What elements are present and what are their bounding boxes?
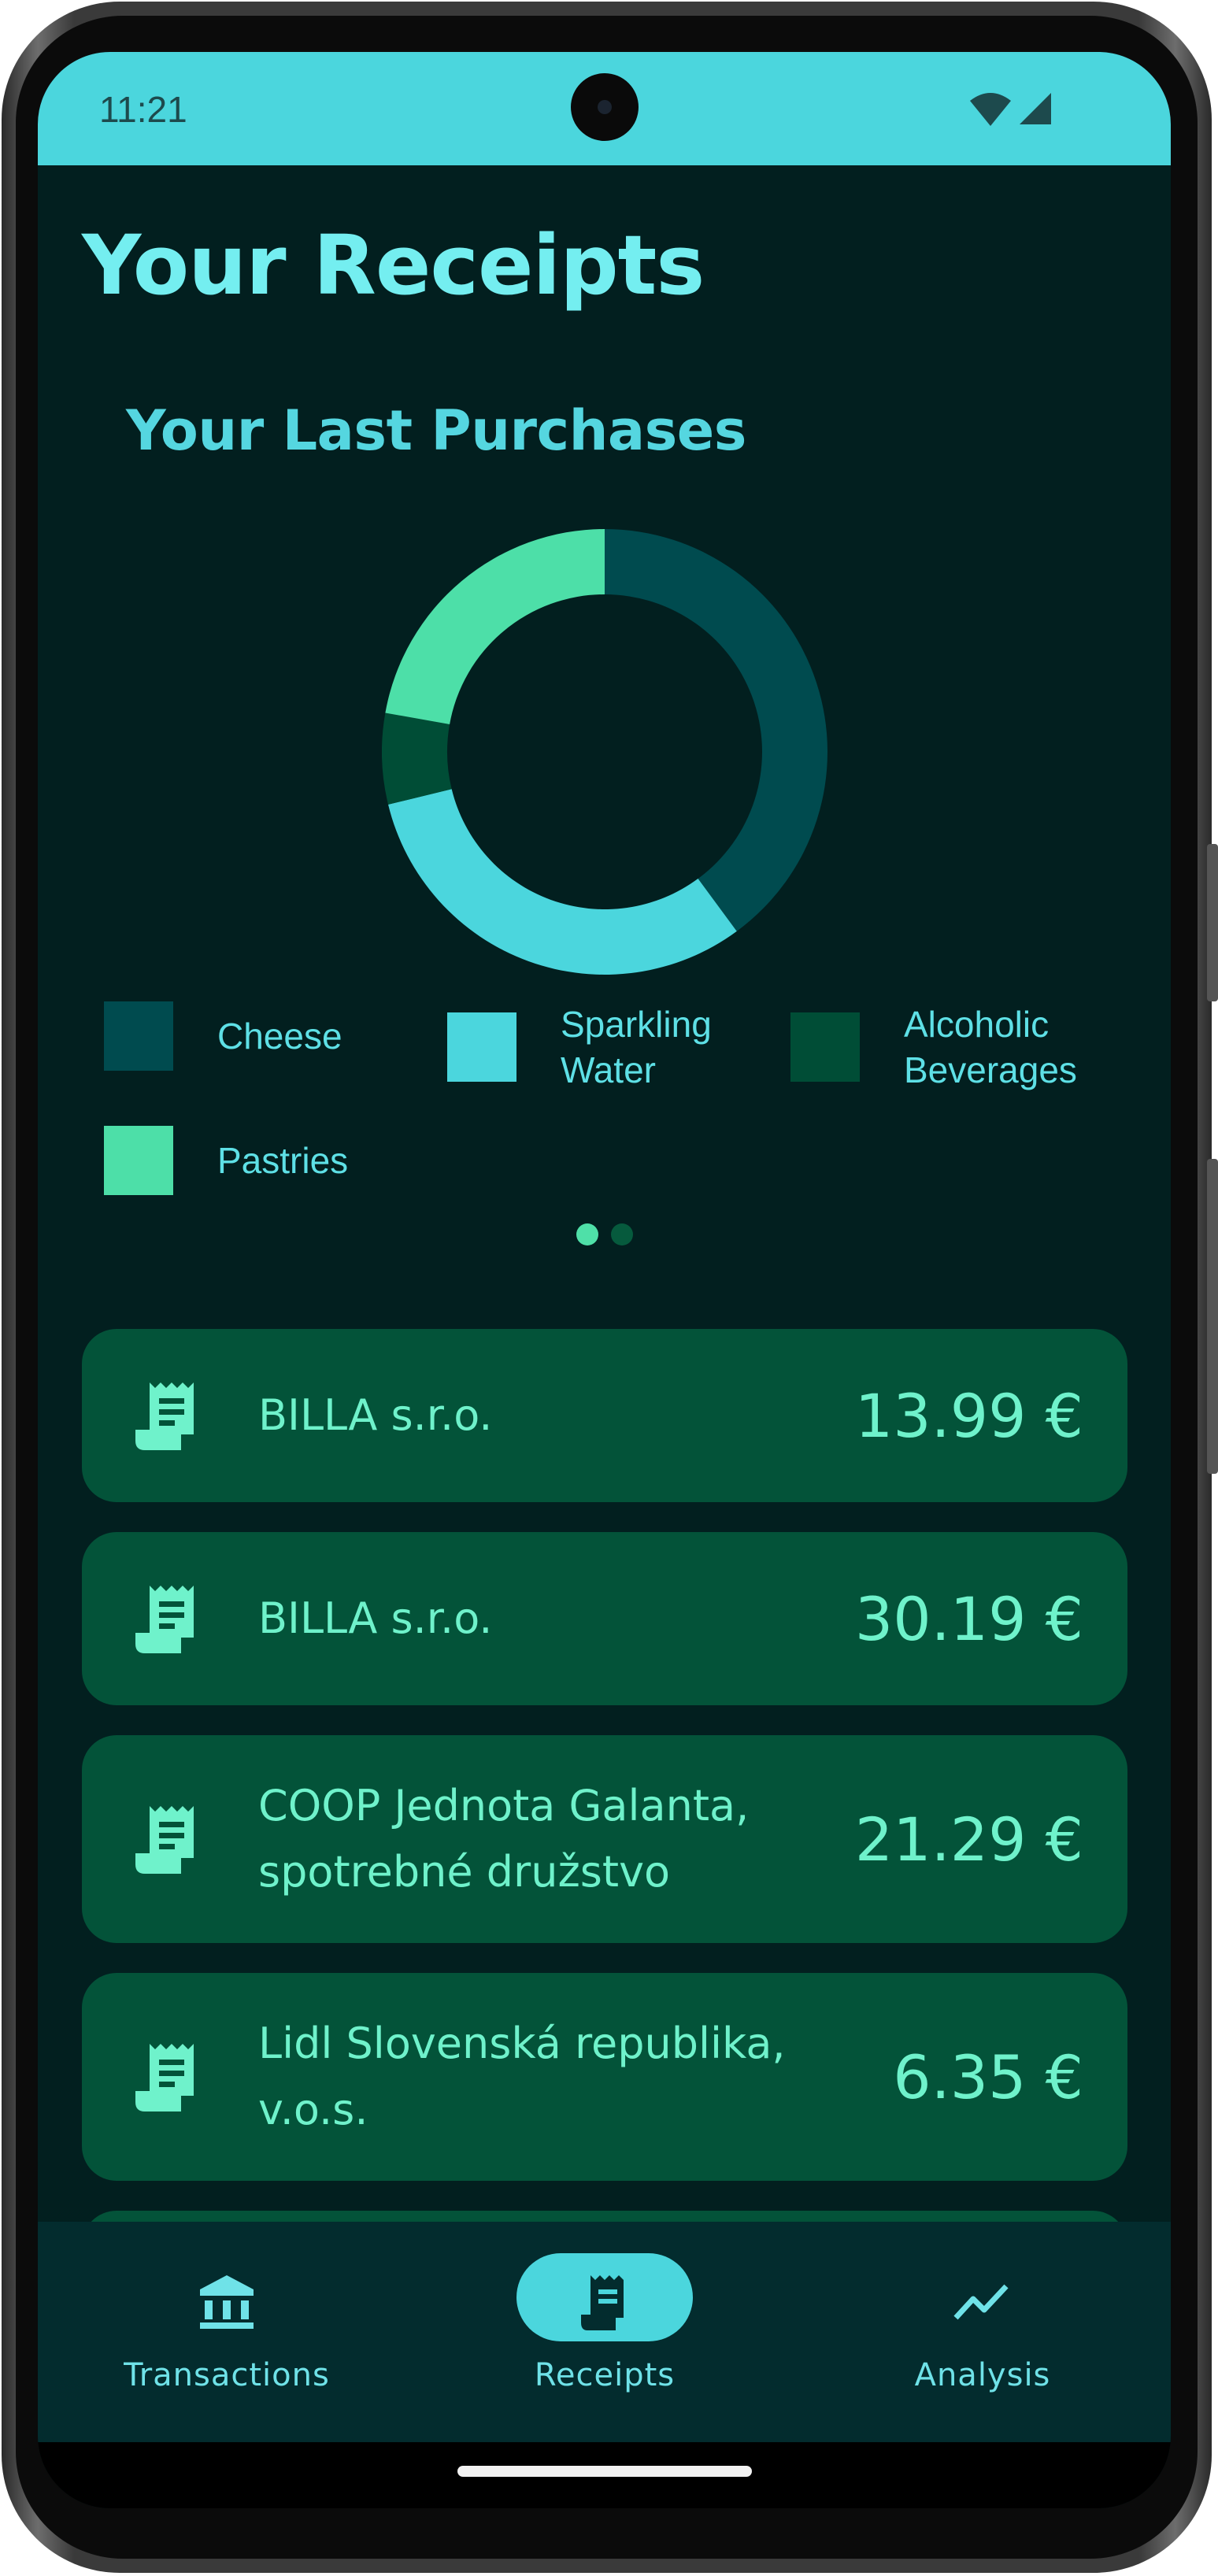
receipt-card[interactable]: BILLA s.r.o. 30.19 € <box>82 1532 1127 1705</box>
bank-icon <box>200 2275 254 2329</box>
legend-swatch <box>104 1001 173 1071</box>
donut-slice-pastries[interactable] <box>385 529 605 724</box>
power-button <box>1207 1159 1218 1474</box>
receipt-icon <box>134 1803 202 1878</box>
volume-button <box>1207 844 1218 1001</box>
status-time: 11:21 <box>99 89 187 130</box>
legend-item: Alcoholic Beverages <box>790 1001 1109 1093</box>
cell-signal-icon <box>1020 93 1051 124</box>
receipt-icon <box>581 2275 624 2330</box>
carousel-page-indicator <box>576 1223 633 1245</box>
app-screen: 11:21 Your Receipts Your Last Purchases … <box>38 52 1171 2508</box>
receipt-amount: 30.19 € <box>854 1583 1083 1654</box>
legend-swatch <box>790 1012 860 1082</box>
page-dot[interactable] <box>611 1223 633 1245</box>
page-dot[interactable] <box>576 1223 598 1245</box>
receipt-card[interactable]: Lidl Slovenská republika, v.o.s. 6.35 € <box>82 1973 1127 2181</box>
front-camera <box>571 73 639 141</box>
receipt-card[interactable]: COOP Jednota Galanta, spotrebné družstvo… <box>82 1735 1127 1943</box>
donut-slice-cheese[interactable] <box>605 529 827 931</box>
nav-item-transactions[interactable]: Transactions <box>38 2222 416 2442</box>
receipt-merchant: COOP Jednota Galanta, spotrebné družstvo <box>258 1781 750 1897</box>
donut-slice-sparkling-water[interactable] <box>388 789 737 975</box>
nav-label-receipts: Receipts <box>534 2357 676 2393</box>
receipt-merchant: Lidl Slovenská republika, v.o.s. <box>258 2019 786 2134</box>
legend-swatch <box>447 1012 516 1082</box>
legend-label: Sparkling Water <box>561 1004 712 1090</box>
receipt-merchant: BILLA s.r.o. <box>258 1390 493 1440</box>
receipt-merchant: BILLA s.r.o. <box>258 1593 493 1643</box>
section-title: Your Last Purchases <box>126 398 746 463</box>
page-title: Your Receipts <box>82 217 705 313</box>
receipt-icon <box>134 1379 202 1455</box>
legend-item: Cheese <box>104 1001 422 1071</box>
receipt-icon <box>134 2041 202 2116</box>
bottom-navigation: Transactions Receipts Analysis <box>38 2222 1171 2442</box>
purchases-donut-chart[interactable] <box>382 529 827 975</box>
legend-swatch <box>104 1126 173 1195</box>
receipt-card[interactable]: BILLA s.r.o. 13.99 € <box>82 1329 1127 1502</box>
legend-label: Alcoholic Beverages <box>904 1004 1077 1090</box>
receipt-icon <box>134 1582 202 1658</box>
donut-slice-alcoholic-beverages[interactable] <box>382 712 452 805</box>
legend-label: Cheese <box>217 1016 342 1057</box>
status-bar: 11:21 <box>38 52 1171 165</box>
legend-item: Sparkling Water <box>447 1001 765 1093</box>
receipt-amount: 21.29 € <box>854 1804 1083 1875</box>
nav-item-receipts[interactable]: Receipts <box>416 2222 794 2442</box>
receipt-amount: 6.35 € <box>893 2041 1083 2112</box>
nav-label-analysis: Analysis <box>914 2357 1051 2393</box>
legend-label: Pastries <box>217 1140 349 1181</box>
nav-item-analysis[interactable]: Analysis <box>794 2222 1171 2442</box>
gesture-bar <box>38 2442 1171 2508</box>
receipt-amount: 13.99 € <box>854 1380 1083 1451</box>
trending-up-icon <box>953 2284 1009 2320</box>
nav-label-transactions: Transactions <box>124 2357 330 2393</box>
home-indicator[interactable] <box>457 2466 752 2477</box>
wifi-icon <box>970 93 1011 126</box>
legend-item: Pastries <box>104 1126 422 1195</box>
